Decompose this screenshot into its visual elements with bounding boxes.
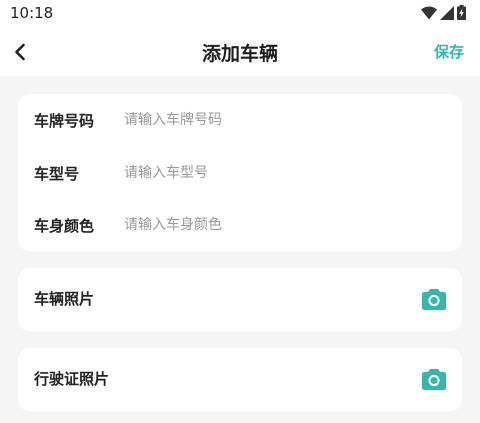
camera-icon[interactable]: [422, 368, 446, 390]
status-time: 10:18: [10, 4, 54, 22]
page-title: 添加车辆: [201, 43, 278, 65]
model-label: 车型号: [34, 164, 80, 183]
model-input[interactable]: [124, 160, 434, 186]
plate-number-label: 车牌号码: [34, 111, 95, 130]
form-row-model: 车型号: [18, 153, 462, 193]
header-bar: 添加车辆 保存: [0, 28, 480, 76]
license-photo-card[interactable]: 行驶证照片: [18, 348, 462, 411]
body-color-input[interactable]: [124, 212, 434, 238]
body-color-label: 车身颜色: [34, 216, 95, 235]
vehicle-photo-label: 车辆照片: [34, 290, 95, 308]
signal-icon: [440, 5, 454, 20]
status-bar: 10:18: [0, 0, 480, 28]
wifi-icon: [421, 6, 437, 19]
camera-icon[interactable]: [422, 288, 446, 310]
form-row-plate: 车牌号码: [18, 100, 462, 140]
form-row-color: 车身颜色: [18, 205, 462, 245]
plate-number-input[interactable]: [124, 107, 434, 133]
save-button[interactable]: 保存: [434, 41, 464, 62]
battery-icon: [457, 5, 466, 20]
status-icons: [421, 5, 466, 20]
license-photo-label: 行驶证照片: [34, 370, 110, 388]
vehicle-photo-card[interactable]: 车辆照片: [18, 268, 462, 331]
vehicle-info-card: 车牌号码 车型号 车身颜色: [18, 94, 462, 251]
